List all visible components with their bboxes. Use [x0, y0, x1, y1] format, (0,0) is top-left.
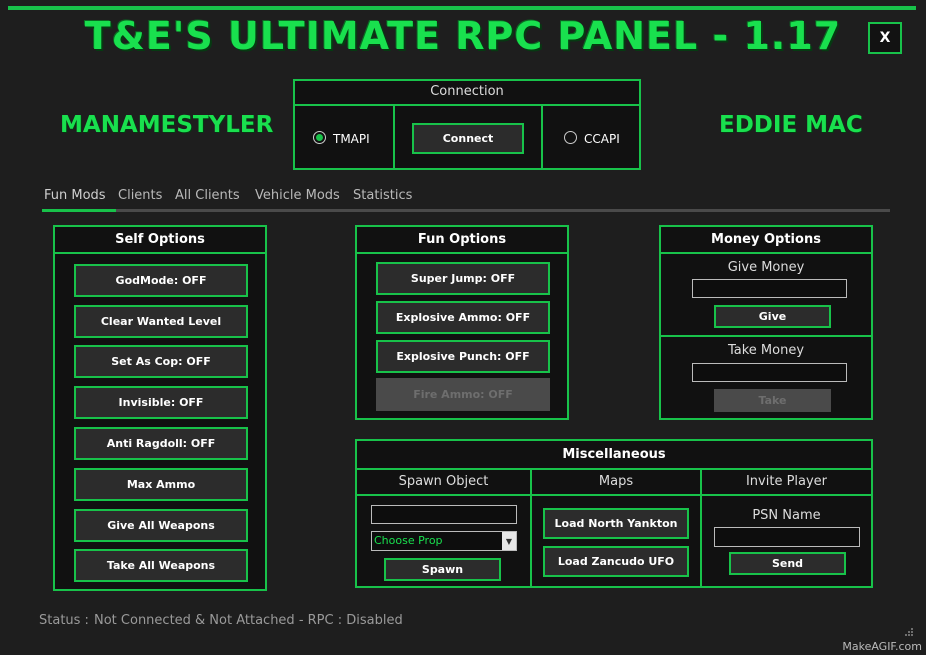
prop-select[interactable]: Choose Prop ▼: [371, 531, 517, 551]
self-options-panel: Self Options GodMode: OFF Clear Wanted L…: [53, 225, 267, 591]
invisible-button[interactable]: Invisible: OFF: [74, 386, 248, 419]
ccapi-radio[interactable]: CCAPI: [564, 131, 620, 146]
status-text: Not Connected & Not Attached - RPC : Dis…: [94, 613, 403, 628]
explosive-ammo-button[interactable]: Explosive Ammo: OFF: [376, 301, 550, 334]
set-as-cop-button[interactable]: Set As Cop: OFF: [74, 345, 248, 378]
tab-all-clients[interactable]: All Clients: [175, 188, 240, 203]
load-north-yankton-button[interactable]: Load North Yankton: [543, 508, 689, 539]
spawn-button[interactable]: Spawn: [384, 558, 501, 581]
divider: [357, 494, 871, 496]
super-jump-button[interactable]: Super Jump: OFF: [376, 262, 550, 295]
left-author-name: MANAMESTYLER: [60, 112, 274, 138]
send-button[interactable]: Send: [729, 552, 846, 575]
load-zancudo-ufo-button[interactable]: Load Zancudo UFO: [543, 546, 689, 577]
take-money-label: Take Money: [727, 343, 805, 358]
invite-player-header: Invite Player: [745, 474, 828, 489]
right-author-name: EDDIE MAC: [719, 112, 863, 138]
take-all-weapons-button[interactable]: Take All Weapons: [74, 549, 248, 582]
status-label: Status :: [39, 613, 89, 628]
connection-header: Connection: [295, 81, 639, 106]
tmapi-radio[interactable]: TMAPI: [313, 131, 370, 146]
tmapi-label: TMAPI: [333, 132, 370, 146]
spawn-object-input[interactable]: [371, 505, 517, 524]
resize-grip-icon[interactable]: [904, 627, 914, 637]
max-ammo-button[interactable]: Max Ammo: [74, 468, 248, 501]
divider: [661, 335, 871, 337]
fun-options-panel: Fun Options Super Jump: OFF Explosive Am…: [355, 225, 569, 420]
give-button[interactable]: Give: [714, 305, 831, 328]
miscellaneous-header: Miscellaneous: [357, 441, 871, 470]
divider: [541, 104, 543, 168]
clear-wanted-level-button[interactable]: Clear Wanted Level: [74, 305, 248, 338]
fire-ammo-button[interactable]: Fire Ammo: OFF: [376, 378, 550, 411]
divider: [393, 104, 395, 168]
money-options-panel: Money Options Give Money Give Take Money…: [659, 225, 873, 420]
give-money-input[interactable]: [692, 279, 847, 298]
tab-fun-mods[interactable]: Fun Mods: [44, 188, 106, 203]
maps-header: Maps: [598, 474, 634, 489]
prop-select-value: Choose Prop: [374, 534, 443, 547]
connection-panel: Connection TMAPI Connect CCAPI: [293, 79, 641, 170]
give-money-label: Give Money: [727, 260, 805, 275]
fun-options-header: Fun Options: [357, 227, 567, 254]
tab-clients[interactable]: Clients: [118, 188, 162, 203]
miscellaneous-panel: Miscellaneous Spawn Object Maps Invite P…: [355, 439, 873, 588]
spawn-object-header: Spawn Object: [398, 474, 489, 489]
money-options-header: Money Options: [661, 227, 871, 254]
top-accent-bar: [8, 6, 916, 10]
tab-statistics[interactable]: Statistics: [353, 188, 412, 203]
chevron-down-icon[interactable]: ▼: [502, 532, 516, 550]
connect-button[interactable]: Connect: [412, 123, 524, 154]
watermark: MakeAGIF.com: [842, 640, 922, 653]
tab-underline: [42, 209, 890, 212]
give-all-weapons-button[interactable]: Give All Weapons: [74, 509, 248, 542]
radio-selected-icon: [313, 131, 326, 144]
app-title: T&E'S ULTIMATE RPC PANEL - 1.17: [84, 14, 842, 58]
radio-unselected-icon: [564, 131, 577, 144]
explosive-punch-button[interactable]: Explosive Punch: OFF: [376, 340, 550, 373]
psn-name-input[interactable]: [714, 527, 860, 547]
take-button[interactable]: Take: [714, 389, 831, 412]
active-tab-indicator: [42, 209, 116, 212]
anti-ragdoll-button[interactable]: Anti Ragdoll: OFF: [74, 427, 248, 460]
ccapi-label: CCAPI: [584, 132, 620, 146]
tab-vehicle-mods[interactable]: Vehicle Mods: [255, 188, 340, 203]
close-button[interactable]: X: [868, 22, 902, 54]
psn-name-label: PSN Name: [752, 508, 821, 523]
take-money-input[interactable]: [692, 363, 847, 382]
godmode-button[interactable]: GodMode: OFF: [74, 264, 248, 297]
self-options-header: Self Options: [55, 227, 265, 254]
